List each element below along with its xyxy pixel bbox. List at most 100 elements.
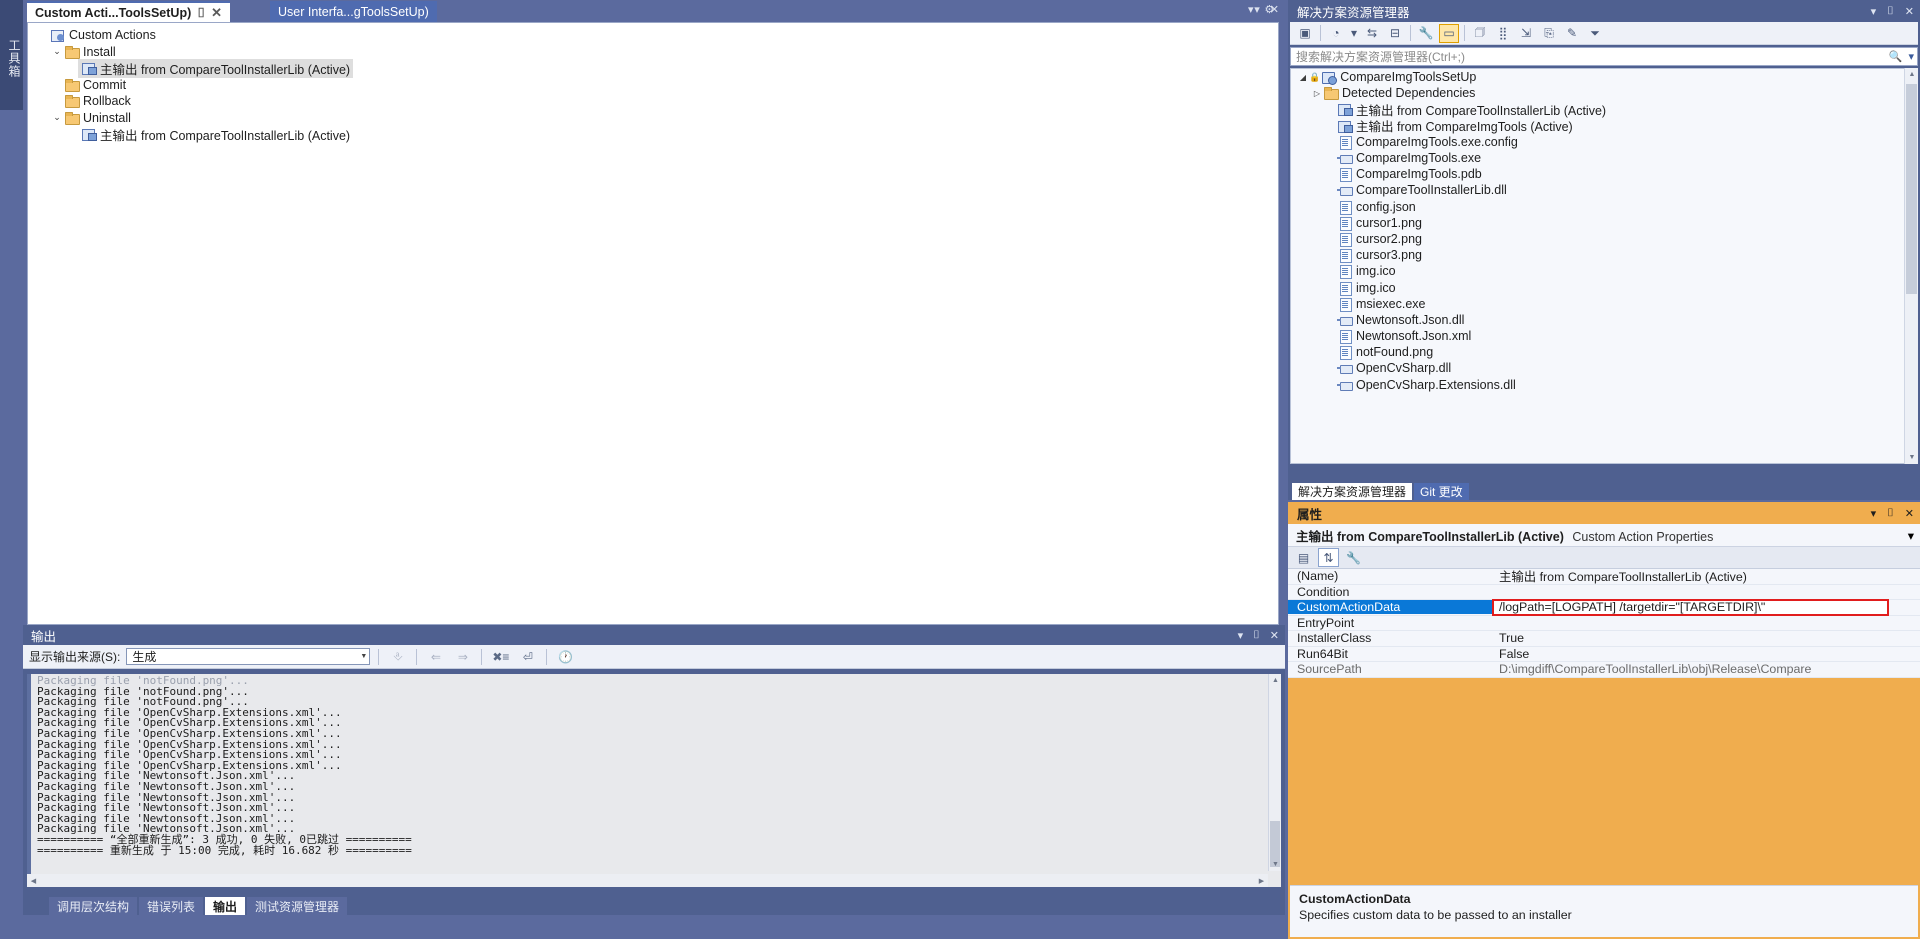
show-timestamps-icon[interactable]: 🕐 <box>555 647 576 666</box>
property-value[interactable]: True <box>1493 631 1920 645</box>
tab-call-hierarchy[interactable]: 调用层次结构 <box>49 897 138 915</box>
categorized-icon[interactable]: ▤ <box>1293 548 1314 567</box>
pin-icon[interactable]: ⌷ <box>197 6 205 19</box>
close-icon[interactable]: ✕ <box>1905 5 1914 18</box>
chevron-down-icon[interactable]: ▾ <box>1349 24 1359 43</box>
dropdown-icon[interactable]: ▾ <box>1871 5 1877 18</box>
toggle-word-wrap-icon[interactable]: ⏎ <box>517 647 538 666</box>
scroll-up-icon[interactable]: ▲ <box>1905 68 1919 81</box>
property-pages-icon[interactable]: 🔧 <box>1343 548 1364 567</box>
chevron-down-icon[interactable]: ▾ <box>1908 50 1914 63</box>
property-row[interactable]: CustomActionData/logPath=[LOGPATH] /targ… <box>1288 598 1920 616</box>
solution-tree-item[interactable]: msiexec.exe <box>1291 296 1917 312</box>
solution-tree-item[interactable]: Newtonsoft.Json.dll <box>1291 312 1917 328</box>
output-text-area[interactable]: Packaging file 'notFound.png'... Packagi… <box>27 674 1281 887</box>
solution-tree-item[interactable]: notFound.png <box>1291 344 1917 361</box>
search-icon[interactable]: 🔍 <box>1889 50 1903 63</box>
pin-icon[interactable]: ⌷ <box>1887 5 1894 18</box>
tree-item-uninstall[interactable]: ⌄ Uninstall <box>28 110 1278 127</box>
solution-explorer-tree[interactable]: ◢ 🔒 CompareImgToolsSetUp ▷ Detected Dependen… <box>1290 68 1918 464</box>
tab-test-explorer[interactable]: 测试资源管理器 <box>247 897 348 915</box>
solution-tree-item[interactable]: config.json <box>1291 199 1917 215</box>
chevron-down-icon[interactable]: ⌄ <box>50 112 64 123</box>
new-folder-icon[interactable]: 🗇 <box>1470 24 1490 43</box>
solution-explorer-search[interactable]: 搜索解决方案资源管理器(Ctrl+;) 🔍 ▾ <box>1290 47 1918 66</box>
output-vertical-scrollbar[interactable]: ▲ ▼ <box>1268 674 1281 871</box>
properties-wrench-icon[interactable]: 🔧 <box>1416 24 1436 43</box>
property-row[interactable]: InstallerClass True <box>1288 631 1920 647</box>
toolbox-vertical-tab[interactable]: 工具箱 <box>0 0 23 110</box>
clear-all-icon[interactable]: ⎀ <box>387 647 408 666</box>
property-row[interactable]: EntryPoint <box>1288 616 1920 631</box>
property-row[interactable]: SourcePath D:\imgdiff\CompareToolInstalle… <box>1288 662 1920 678</box>
close-icon[interactable]: ✕ <box>1905 507 1914 520</box>
solution-tree-item[interactable]: img.ico <box>1291 279 1917 296</box>
scroll-down-icon[interactable]: ▼ <box>1269 858 1282 871</box>
scroll-down-icon[interactable]: ▼ <box>1905 451 1919 464</box>
scroll-right-icon[interactable]: ▶ <box>1255 874 1268 887</box>
solution-tree-item[interactable]: cursor2.png <box>1291 231 1917 247</box>
expander-icon[interactable]: ▷ <box>1311 89 1323 98</box>
scrollbar-thumb[interactable] <box>1906 84 1917 294</box>
solution-tree-item[interactable]: OpenCvSharp.Extensions.dll <box>1291 377 1917 393</box>
solution-tree-item[interactable]: Newtonsoft.Json.xml <box>1291 328 1917 345</box>
dropdown-icon[interactable]: ▾ <box>1871 507 1877 520</box>
property-value[interactable]: False <box>1493 647 1920 661</box>
search-input[interactable]: 搜索解决方案资源管理器(Ctrl+;) <box>1296 48 1465 65</box>
tree-item-commit[interactable]: Commit <box>28 77 1278 94</box>
tab-git-changes[interactable]: Git 更改 <box>1414 483 1469 500</box>
property-value[interactable]: 主输出 from CompareToolInstallerLib (Active… <box>1493 567 1920 585</box>
tree-item-install[interactable]: ⌄ Install <box>28 44 1278 61</box>
clear-pane-icon[interactable]: ✖≡ <box>490 647 511 666</box>
dropdown-icon[interactable]: ▾ <box>1238 629 1244 642</box>
tab-user-interface[interactable]: User Interfa...gToolsSetUp) <box>270 1 437 22</box>
scroll-left-icon[interactable]: ◀ <box>27 874 40 887</box>
tree-item-install-primary-output[interactable]: 主输出 from CompareToolInstallerLib (Active… <box>28 58 1278 78</box>
close-icon[interactable]: ✕ <box>211 6 222 19</box>
solution-tree-item[interactable]: OpenCvSharp.dll <box>1291 360 1917 376</box>
solution-tree-item[interactable]: CompareImgTools.pdb <box>1291 166 1917 183</box>
close-icon[interactable]: ✕ <box>1270 629 1279 642</box>
pin-icon[interactable]: ⌷ <box>1887 507 1894 520</box>
tab-solution-explorer[interactable]: 解决方案资源管理器 <box>1292 483 1413 500</box>
solution-tree-item[interactable]: ▷ Detected Dependencies <box>1291 85 1917 101</box>
property-row[interactable]: (Name) 主输出 from CompareToolInstallerLib (… <box>1288 569 1920 585</box>
solution-tree-item[interactable]: CompareImgTools.exe.config <box>1291 134 1917 150</box>
show-preview-selection-icon[interactable]: ▭ <box>1439 23 1459 43</box>
chevron-down-icon[interactable]: ▼ <box>360 653 367 660</box>
tree-item-rollback[interactable]: Rollback <box>28 93 1278 110</box>
solution-tree-item[interactable]: cursor1.png <box>1291 215 1917 231</box>
property-row[interactable]: Condition <box>1288 585 1920 600</box>
output-horizontal-scrollbar[interactable]: ◀ ▶ <box>27 874 1268 887</box>
expander-icon[interactable]: ◢ <box>1297 73 1309 82</box>
chevron-down-icon[interactable]: ▾ <box>1908 528 1914 543</box>
show-all-files-icon[interactable]: ⣿ <box>1493 24 1513 43</box>
gear-icon[interactable]: ⚙ <box>1265 3 1275 16</box>
add-new-item-icon[interactable]: ⎘ <box>1539 24 1559 43</box>
go-to-previous-icon[interactable]: ⇐ <box>425 647 446 666</box>
solution-tree-item[interactable]: 主输出 from CompareToolInstallerLib (Active… <box>1291 101 1917 118</box>
view-designer-icon[interactable]: ✎ <box>1562 24 1582 43</box>
scroll-up-icon[interactable]: ▲ <box>1269 674 1282 687</box>
solution-tree-item[interactable]: CompareToolInstallerLib.dll <box>1291 182 1917 198</box>
solution-tree-item[interactable]: cursor3.png <box>1291 247 1917 264</box>
tree-item-uninstall-primary-output[interactable]: 主输出 from CompareToolInstallerLib (Active… <box>28 126 1278 143</box>
solution-tree-item[interactable]: 主输出 from CompareImgTools (Active) <box>1291 118 1917 134</box>
dropdown-icon[interactable]: ▾ <box>1248 3 1254 16</box>
tree-item-custom-actions[interactable]: Custom Actions <box>28 27 1278 44</box>
pin-icon[interactable]: ⌷ <box>1253 629 1260 642</box>
tab-custom-actions[interactable]: Custom Acti...ToolsSetUp) ⌷ ✕ <box>27 1 230 22</box>
solution-tree-item[interactable]: ◢ 🔒 CompareImgToolsSetUp <box>1291 69 1917 86</box>
solution-tree-item[interactable]: img.ico <box>1291 263 1917 280</box>
tab-error-list[interactable]: 错误列表 <box>139 897 204 915</box>
property-row[interactable]: Run64Bit False <box>1288 647 1920 662</box>
go-to-next-icon[interactable]: ⇒ <box>452 647 473 666</box>
filter-icon[interactable]: ⏷ <box>1585 24 1605 43</box>
solution-tree-item[interactable]: CompareImgTools.exe <box>1291 150 1917 166</box>
tab-output[interactable]: 输出 <box>205 897 246 915</box>
sync-with-active-document-icon[interactable]: ⇆ <box>1362 24 1382 43</box>
pending-changes-filter-icon[interactable]: ◔ <box>1326 24 1346 43</box>
refresh-icon[interactable]: ⇲ <box>1516 24 1536 43</box>
properties-object-selector[interactable]: 主输出 from CompareToolInstallerLib (Active… <box>1288 524 1920 547</box>
properties-grid[interactable]: (Name) 主输出 from CompareToolInstallerLib (… <box>1288 569 1920 678</box>
